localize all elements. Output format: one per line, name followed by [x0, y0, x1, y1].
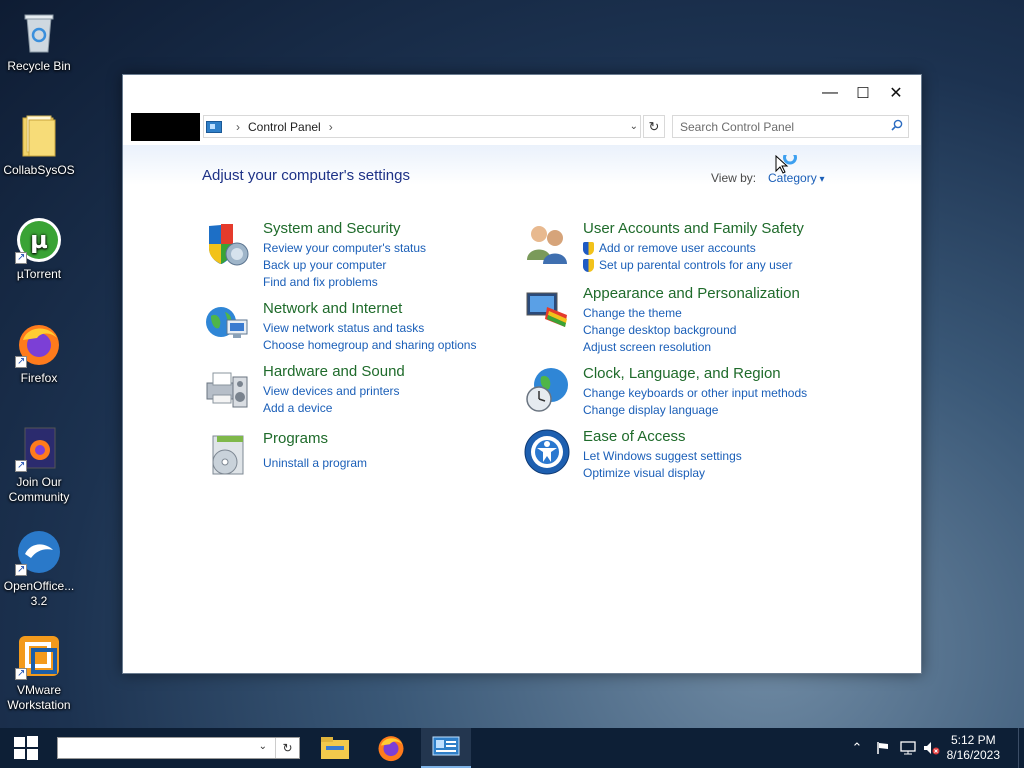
- clock-time: 5:12 PM: [950, 733, 996, 747]
- windows-logo-icon: [14, 736, 38, 760]
- taskbar-address-input[interactable]: ⌄ ↻: [57, 737, 300, 759]
- users-icon[interactable]: [523, 220, 571, 268]
- link-keyboards[interactable]: Change keyboards or other input methods: [583, 385, 807, 402]
- refresh-button[interactable]: ↻: [643, 115, 665, 138]
- ease-of-access-icon[interactable]: [523, 428, 571, 476]
- vmware-icon: [15, 632, 63, 681]
- link-desktop-background[interactable]: Change desktop background: [583, 322, 736, 339]
- openoffice-icon: [15, 528, 63, 577]
- link-add-remove-users[interactable]: Add or remove user accounts: [583, 240, 792, 257]
- chevron-down-icon[interactable]: ⌄: [630, 121, 638, 132]
- close-button[interactable]: ✕: [882, 81, 910, 105]
- breadcrumb-control-panel[interactable]: Control Panel: [248, 120, 321, 134]
- link-suggest-settings[interactable]: Let Windows suggest settings: [583, 448, 742, 465]
- desktop-icon-utorrent[interactable]: µ µTorrent: [2, 216, 76, 282]
- desktop-icon-vmware[interactable]: VMware Workstation: [2, 632, 76, 713]
- category-title[interactable]: Programs: [263, 430, 328, 447]
- link-devices-printers[interactable]: View devices and printers: [263, 383, 400, 400]
- desktop-icon-label: Firefox: [20, 371, 58, 385]
- redacted-nav-buttons: [131, 113, 200, 141]
- firefox-icon: [15, 320, 63, 369]
- category-title[interactable]: System and Security: [263, 220, 401, 237]
- link-add-device[interactable]: Add a device: [263, 400, 400, 417]
- folder-icon: [15, 112, 63, 160]
- view-by-label: View by:: [711, 171, 757, 185]
- control-panel-icon: [432, 736, 460, 756]
- maximize-button[interactable]: ☐: [849, 81, 877, 105]
- search-input[interactable]: Search Control Panel: [672, 115, 909, 138]
- page-title: Adjust your computer's settings: [202, 167, 410, 184]
- show-desktop-button[interactable]: [1018, 728, 1024, 768]
- shield-icon[interactable]: [203, 220, 251, 268]
- network-globe-icon[interactable]: [203, 300, 251, 348]
- taskbar: ⌄ ↻ ⌃ 5:12 PM 8/16/2023: [0, 728, 1024, 768]
- desktop-icon-label: Join Our Community: [8, 475, 70, 504]
- monitor-paint-icon[interactable]: [523, 285, 571, 333]
- programs-disc-icon[interactable]: [203, 430, 251, 478]
- firefox-document-icon: [15, 424, 63, 473]
- refresh-icon: ↻: [648, 118, 660, 134]
- clock-date: 8/16/2023: [946, 748, 1000, 762]
- control-panel-content: Adjust your computer's settings View by:…: [123, 145, 921, 673]
- link-change-theme[interactable]: Change the theme: [583, 305, 736, 322]
- clock-globe-icon[interactable]: [523, 365, 571, 413]
- link-homegroup[interactable]: Choose homegroup and sharing options: [263, 337, 476, 354]
- refresh-icon[interactable]: ↻: [275, 738, 299, 758]
- category-title[interactable]: Appearance and Personalization: [583, 285, 800, 302]
- minimize-button[interactable]: —: [816, 81, 844, 105]
- taskbar-file-explorer[interactable]: [310, 728, 360, 768]
- link-back-up[interactable]: Back up your computer: [263, 257, 426, 274]
- link-optimize-display[interactable]: Optimize visual display: [583, 465, 742, 482]
- link-uninstall[interactable]: Uninstall a program: [263, 455, 367, 472]
- link-review-status[interactable]: Review your computer's status: [263, 240, 426, 257]
- action-center-flag-icon[interactable]: [874, 728, 892, 768]
- svg-text:µ: µ: [30, 226, 48, 254]
- desktop-icon-label: CollabSysOS: [3, 163, 75, 177]
- link-parental-controls[interactable]: Set up parental controls for any user: [583, 257, 792, 274]
- start-button[interactable]: [0, 728, 52, 768]
- taskbar-clock[interactable]: 5:12 PM 8/16/2023: [947, 733, 1000, 763]
- category-title[interactable]: Network and Internet: [263, 300, 402, 317]
- chevron-down-icon[interactable]: ⌄: [259, 741, 267, 752]
- network-icon[interactable]: [898, 728, 918, 768]
- desktop-icon-openoffice[interactable]: OpenOffice... 3.2: [2, 528, 76, 609]
- chevron-up-icon[interactable]: ⌃: [848, 728, 866, 768]
- category-title[interactable]: Clock, Language, and Region: [583, 365, 781, 382]
- category-title[interactable]: Hardware and Sound: [263, 363, 405, 380]
- desktop-icon-label: Recycle Bin: [7, 59, 71, 73]
- desktop-icon-collabsysos[interactable]: CollabSysOS: [2, 112, 76, 178]
- search-placeholder: Search Control Panel: [680, 119, 795, 134]
- folder-icon: [321, 737, 349, 759]
- category-title[interactable]: User Accounts and Family Safety: [583, 220, 804, 237]
- firefox-icon: [378, 736, 404, 762]
- search-icon[interactable]: [891, 119, 903, 131]
- address-bar[interactable]: › Control Panel › ⌄: [203, 115, 641, 138]
- taskbar-firefox[interactable]: [366, 728, 416, 768]
- navigation-row: › Control Panel › ⌄ ↻ Search Control Pan…: [131, 113, 909, 141]
- desktop-icon-firefox[interactable]: Firefox: [2, 320, 76, 386]
- control-panel-icon: [206, 120, 222, 133]
- title-bar[interactable]: — ☐ ✕: [123, 75, 921, 111]
- link-network-status[interactable]: View network status and tasks: [263, 320, 476, 337]
- volume-muted-icon[interactable]: [922, 728, 942, 768]
- desktop-icon-recycle-bin[interactable]: Recycle Bin: [2, 8, 76, 74]
- breadcrumb-separator: ›: [236, 119, 240, 134]
- link-screen-resolution[interactable]: Adjust screen resolution: [583, 339, 736, 356]
- taskbar-control-panel[interactable]: [421, 728, 471, 768]
- breadcrumb-separator[interactable]: ›: [329, 120, 333, 134]
- link-display-language[interactable]: Change display language: [583, 402, 807, 419]
- printer-speaker-icon[interactable]: [203, 363, 251, 411]
- desktop-icon-label: µTorrent: [16, 267, 62, 281]
- desktop-icon-join-our-community[interactable]: Join Our Community: [2, 424, 76, 505]
- desktop-icon-label: VMware Workstation: [7, 683, 71, 712]
- busy-cursor-icon: [775, 155, 797, 174]
- desktop-icon-label: OpenOffice... 3.2: [3, 579, 75, 608]
- control-panel-window: — ☐ ✕ › Control Panel › ⌄ ↻ Search Contr…: [122, 74, 922, 674]
- link-find-fix[interactable]: Find and fix problems: [263, 274, 426, 291]
- recycle-bin-icon: [15, 8, 63, 56]
- utorrent-icon: µ: [15, 216, 63, 265]
- category-title[interactable]: Ease of Access: [583, 428, 686, 445]
